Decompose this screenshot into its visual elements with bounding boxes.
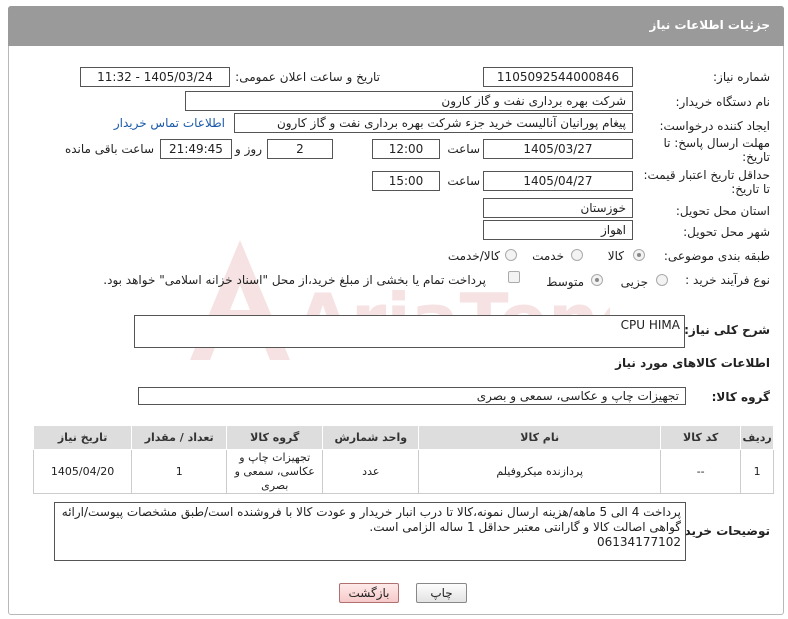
price-date-field: 1405/04/27 [483, 171, 633, 191]
days-remaining-field: 2 [267, 139, 333, 159]
category-radio-goods[interactable] [633, 249, 645, 261]
col-code: کد کالا [660, 425, 742, 450]
buyer-notes-line-1: پرداخت 4 الی 5 ماهه/هزینه ارسال نمونه،کا… [61, 505, 681, 519]
cell-name: پردازنده میکروفیلم [418, 449, 662, 494]
province-label: استان محل تحویل: [675, 204, 770, 218]
category-label: طبقه بندی موضوعی: [663, 249, 770, 263]
goods-group-field: تجهیزات چاپ و عکاسی، سمعی و بصری [138, 387, 686, 405]
treasury-payment-note: پرداخت تمام یا بخشی از مبلغ خرید،از محل … [103, 273, 486, 287]
announce-field: 1405/03/24 - 11:32 [80, 67, 230, 87]
process-radio-minor[interactable] [656, 274, 668, 286]
contact-info-link[interactable]: اطلاعات تماس خریدار [114, 116, 225, 130]
cell-date: 1405/04/20 [32, 449, 133, 494]
cell-code: -- [660, 449, 742, 494]
remaining-time-field: 21:49:45 [160, 139, 232, 159]
buyer-org-field: شرکت بهره برداری نفت و گاز کارون [185, 91, 633, 111]
description-field: CPU HIMA [134, 315, 685, 348]
category-option-service: خدمت [532, 249, 564, 263]
print-button[interactable]: چاپ [416, 583, 467, 603]
category-radio-service[interactable] [571, 249, 583, 261]
days-label: روز و [235, 142, 262, 156]
creator-label: ایجاد کننده درخواست: [659, 119, 770, 133]
deadline-time-field: 12:00 [372, 139, 440, 159]
cell-qty: 1 [131, 449, 228, 494]
process-label: نوع فرآیند خرید : [685, 273, 770, 287]
table-header-row: ردیف کد کالا نام کالا واحد شمارش گروه کا… [32, 425, 774, 450]
buyer-org-label: نام دستگاه خریدار: [675, 95, 771, 109]
deadline-label-2: تاریخ: [742, 150, 770, 164]
buyer-notes-field: پرداخت 4 الی 5 ماهه/هزینه ارسال نمونه،کا… [54, 502, 686, 561]
description-label: شرح کلی نیاز: [684, 323, 770, 337]
table-row: 1 -- پردازنده میکروفیلم عدد تجهیزات چاپ … [32, 449, 774, 494]
need-number-label: شماره نیاز: [713, 70, 770, 84]
city-label: شهر محل تحویل: [683, 225, 770, 239]
process-option-medium: متوسط [546, 275, 584, 289]
need-number-field: 1105092544000846 [483, 67, 633, 87]
price-validity-label-2: تا تاریخ: [731, 182, 770, 196]
price-time-field: 15:00 [372, 171, 440, 191]
cell-unit: عدد [322, 449, 420, 494]
deadline-time-label: ساعت [447, 142, 480, 156]
goods-group-label: گروه کالا: [711, 390, 770, 404]
cell-row: 1 [740, 449, 774, 494]
remaining-label: ساعت باقی مانده [64, 142, 154, 156]
price-time-label: ساعت [447, 174, 480, 188]
col-name: نام کالا [418, 425, 662, 450]
city-field: اهواز [483, 220, 633, 240]
process-radio-medium[interactable] [591, 274, 603, 286]
announce-label: تاریخ و ساعت اعلان عمومی: [235, 70, 380, 84]
col-group: گروه کالا [226, 425, 324, 450]
province-field: خوزستان [483, 198, 633, 218]
buyer-notes-line-3: 06134177102 [597, 535, 681, 549]
goods-section-title: اطلاعات کالاهای مورد نیاز [615, 356, 770, 370]
treasury-payment-checkbox[interactable] [508, 271, 520, 283]
price-validity-label: حداقل تاریخ اعتبار قیمت: [643, 168, 770, 182]
category-option-both: کالا/خدمت [447, 249, 500, 263]
col-row: ردیف [740, 425, 774, 450]
col-date: تاریخ نیاز [32, 425, 133, 450]
back-button[interactable]: بازگشت [339, 583, 399, 603]
col-qty: تعداد / مقدار [131, 425, 228, 450]
deadline-label: مهلت ارسال پاسخ: تا [663, 136, 770, 150]
buyer-notes-line-2: گواهی اصالت کالا و گارانتی معتبر حداقل 1… [369, 520, 681, 534]
col-unit: واحد شمارش [322, 425, 420, 450]
process-option-minor: جزیی [620, 275, 648, 289]
panel-title: جزئیات اطلاعات نیاز [649, 18, 770, 32]
goods-table: ردیف کد کالا نام کالا واحد شمارش گروه کا… [32, 425, 774, 494]
panel-header: جزئیات اطلاعات نیاز [8, 6, 784, 46]
category-radio-both[interactable] [505, 249, 517, 261]
deadline-date-field: 1405/03/27 [483, 139, 633, 159]
category-option-goods: کالا [607, 249, 624, 263]
cell-group: تجهیزات چاپ و عکاسی، سمعی و بصری [226, 449, 324, 494]
creator-field: پیغام پورانیان آنالیست خرید جزء شرکت بهر… [234, 113, 633, 133]
